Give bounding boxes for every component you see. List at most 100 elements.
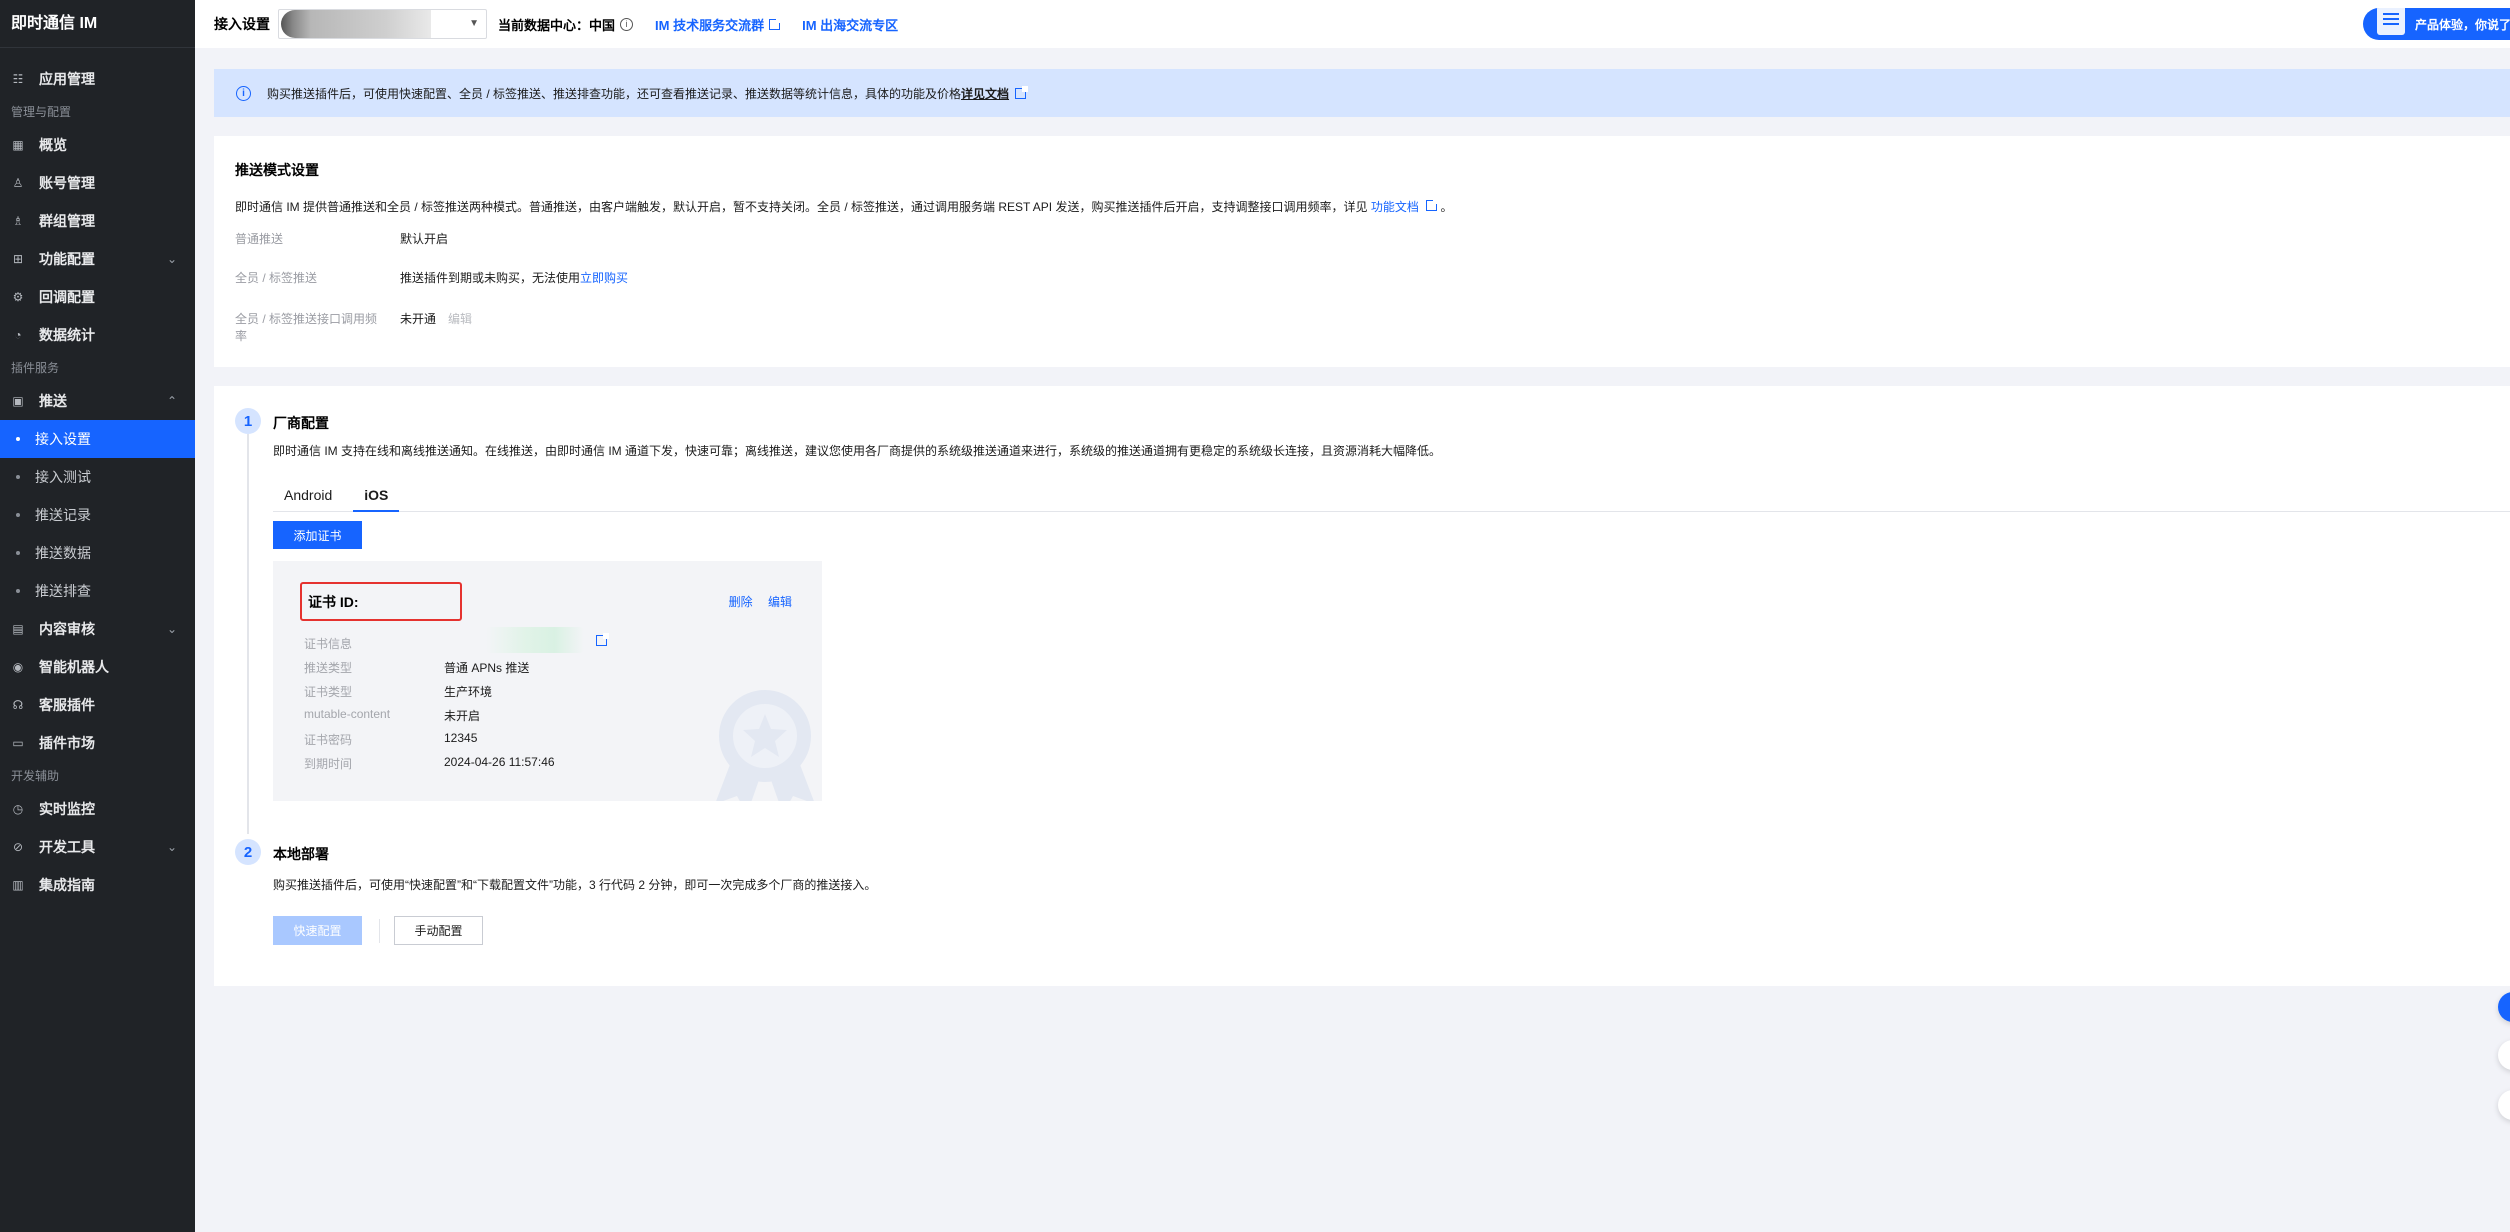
sidebar-item-content-review[interactable]: ▤ 内容审核 ⌄ [0,610,195,648]
sidebar-item-label: 开发工具 [39,839,95,855]
sidebar-item-label: 概览 [39,137,67,153]
setting-row: 全员 / 标签推送接口调用频率 未开通 编辑 [235,311,472,345]
external-link-icon [1426,198,1440,211]
sidebar-item-stats[interactable]: ◔ 数据统计 [0,316,195,354]
sidebar-item-label: 推送排查 [35,583,91,599]
section-description: 即时通信 IM 提供普通推送和全员 / 标签推送两种模式。普通推送，由客户端触发… [235,198,1453,215]
cert-row: 证书信息 [304,635,444,652]
delete-button[interactable]: 删除 [729,595,753,609]
sidebar-item-label: 集成指南 [39,877,95,893]
sidebar-item-label: 数据统计 [39,327,95,343]
external-link-icon [769,16,783,30]
bullet-icon [16,437,20,441]
float-button[interactable] [2498,1090,2510,1120]
step-title: 本地部署 [273,846,329,862]
gear-icon: ⚙ [12,290,24,304]
overseas-link[interactable]: IM 出海交流专区 [802,15,898,34]
cert-key: mutable-content [304,707,391,721]
setting-key: 普通推送 [235,232,284,246]
setting-value: 未开通 编辑 [400,311,472,345]
sidebar-item-label: 应用管理 [39,71,95,87]
bullet-icon [16,589,20,593]
add-cert-button[interactable]: 添加证书 [273,521,362,549]
tab-ios[interactable]: iOS [353,484,400,512]
edit-link-disabled: 编辑 [448,312,473,326]
review-icon: ▤ [12,622,24,636]
info-icon[interactable]: i [620,17,634,31]
sidebar-sub-push-troubleshoot[interactable]: 推送排查 [0,572,195,610]
cert-actions: 删除 编辑 [717,593,792,610]
sidebar-item-label: 实时监控 [39,801,95,817]
sidebar-item-group[interactable]: ♗ 群组管理 [0,202,195,240]
float-help-button[interactable] [2498,992,2510,1022]
sidebar: 即时通信 IM ☷ 应用管理 管理与配置 ▦ 概览 ♙ 账号管理 ♗ 群组管理 ⊞ 功能配… [0,0,195,1232]
chevron-down-icon: ⌄ [166,252,177,266]
cert-key: 推送类型 [304,661,353,675]
setting-value: 推送插件到期或未购买，无法使用立即购买 [400,270,628,287]
feature-icon: ⊞ [12,252,24,266]
float-button[interactable] [2498,1040,2510,1070]
sidebar-item-label: 账号管理 [39,175,95,191]
sidebar-item-label: 客服插件 [39,697,95,713]
app-name-redacted [281,10,431,38]
sidebar-sub-push-data[interactable]: 推送数据 [0,534,195,572]
sidebar-item-account[interactable]: ♙ 账号管理 [0,164,195,202]
sidebar-item-cs-plugin[interactable]: ☊ 客服插件 [0,686,195,724]
robot-icon: ◉ [12,660,24,674]
step-description: 购买推送插件后，可使用“快速配置”和“下载配置文件”功能，3 行代码 2 分钟，… [273,878,877,892]
external-link-icon[interactable] [596,633,609,646]
sidebar-sub-access-test[interactable]: 接入测试 [0,458,195,496]
section-title: 推送模式设置 [235,162,319,178]
nav-group-label: 管理与配置 [11,105,72,119]
sidebar-item-callback[interactable]: ⚙ 回调配置 [0,278,195,316]
group-icon: ♗ [12,214,24,228]
step-title: 厂商配置 [273,415,329,431]
pie-chart-icon: ◔ [14,328,22,342]
description-text: 即时通信 IM 提供普通推送和全员 / 标签推送两种模式。普通推送，由客户端触发… [235,200,1368,214]
market-icon: ▭ [12,736,24,750]
setting-key: 全员 / 标签推送接口调用频率 [235,311,400,345]
step-number: 1 [235,408,261,434]
cert-id-label: 证书 ID: [300,582,462,621]
list-icon: ☷ [12,72,24,86]
sidebar-item-plugin-market[interactable]: ▭ 插件市场 [0,724,195,762]
cert-row: 到期时间 2024-04-26 11:57:46 [304,755,555,772]
sidebar-item-monitor[interactable]: ◷ 实时监控 [0,790,195,828]
chevron-down-icon: ⌄ [166,622,177,636]
push-mode-card: 推送模式设置 即时通信 IM 提供普通推送和全员 / 标签推送两种模式。普通推送… [214,136,2510,367]
feature-doc-link[interactable]: 功能文档 [1371,200,1419,214]
buy-now-link[interactable]: 立即购买 [580,271,628,285]
cert-value: 12345 [444,731,478,745]
sidebar-item-overview[interactable]: ▦ 概览 [0,126,195,164]
nav-group-label: 插件服务 [11,361,60,375]
notice-doc-link[interactable]: 详见文档 [961,85,1009,102]
setting-row: 全员 / 标签推送 推送插件到期或未购买，无法使用立即购买 [235,270,628,287]
manual-config-button[interactable]: 手动配置 [394,916,483,945]
sidebar-item-feature[interactable]: ⊞ 功能配置 ⌄ [0,240,195,278]
cert-key: 证书类型 [304,685,353,699]
notice-banner: i 购买推送插件后，可使用快速配置、全员 / 标签推送、推送排查功能，还可查看推… [214,69,2510,117]
sidebar-sub-push-records[interactable]: 推送记录 [0,496,195,534]
datacenter-label: 当前数据中心：中国 [498,17,616,33]
tab-android[interactable]: Android [273,484,343,512]
cert-info-redacted [486,627,584,653]
sidebar-item-guide[interactable]: ▥ 集成指南 [0,866,195,904]
sidebar-item-app-management[interactable]: ☷ 应用管理 [0,60,195,98]
sidebar-item-push[interactable]: ▣ 推送 ⌃ [0,382,195,420]
tools-icon: ⊘ [12,840,24,854]
sidebar-item-label: 群组管理 [39,213,95,229]
sidebar-sub-access-settings[interactable]: 接入设置 [0,420,195,458]
sidebar-item-label: 回调配置 [39,289,95,305]
headset-icon: ☊ [12,698,24,712]
app-selector[interactable]: ▼ [278,9,487,39]
certificate-card: 证书 ID: 删除 编辑 证书信息 推送类型 普通 APNs 推送 证书类型 生产环… [273,561,822,801]
tech-group-link[interactable]: IM 技术服务交流群 [655,15,783,34]
edit-button[interactable]: 编辑 [768,595,792,609]
feedback-button[interactable]: 产品体验，你说了 [2363,8,2510,40]
sidebar-item-robot[interactable]: ◉ 智能机器人 [0,648,195,686]
chevron-up-icon: ⌃ [166,394,177,408]
step-number: 2 [235,839,261,865]
sidebar-item-devtools[interactable]: ⊘ 开发工具 ⌄ [0,828,195,866]
cert-value: 普通 APNs 推送 [444,661,530,675]
cert-value: 2024-04-26 11:57:46 [444,755,555,769]
